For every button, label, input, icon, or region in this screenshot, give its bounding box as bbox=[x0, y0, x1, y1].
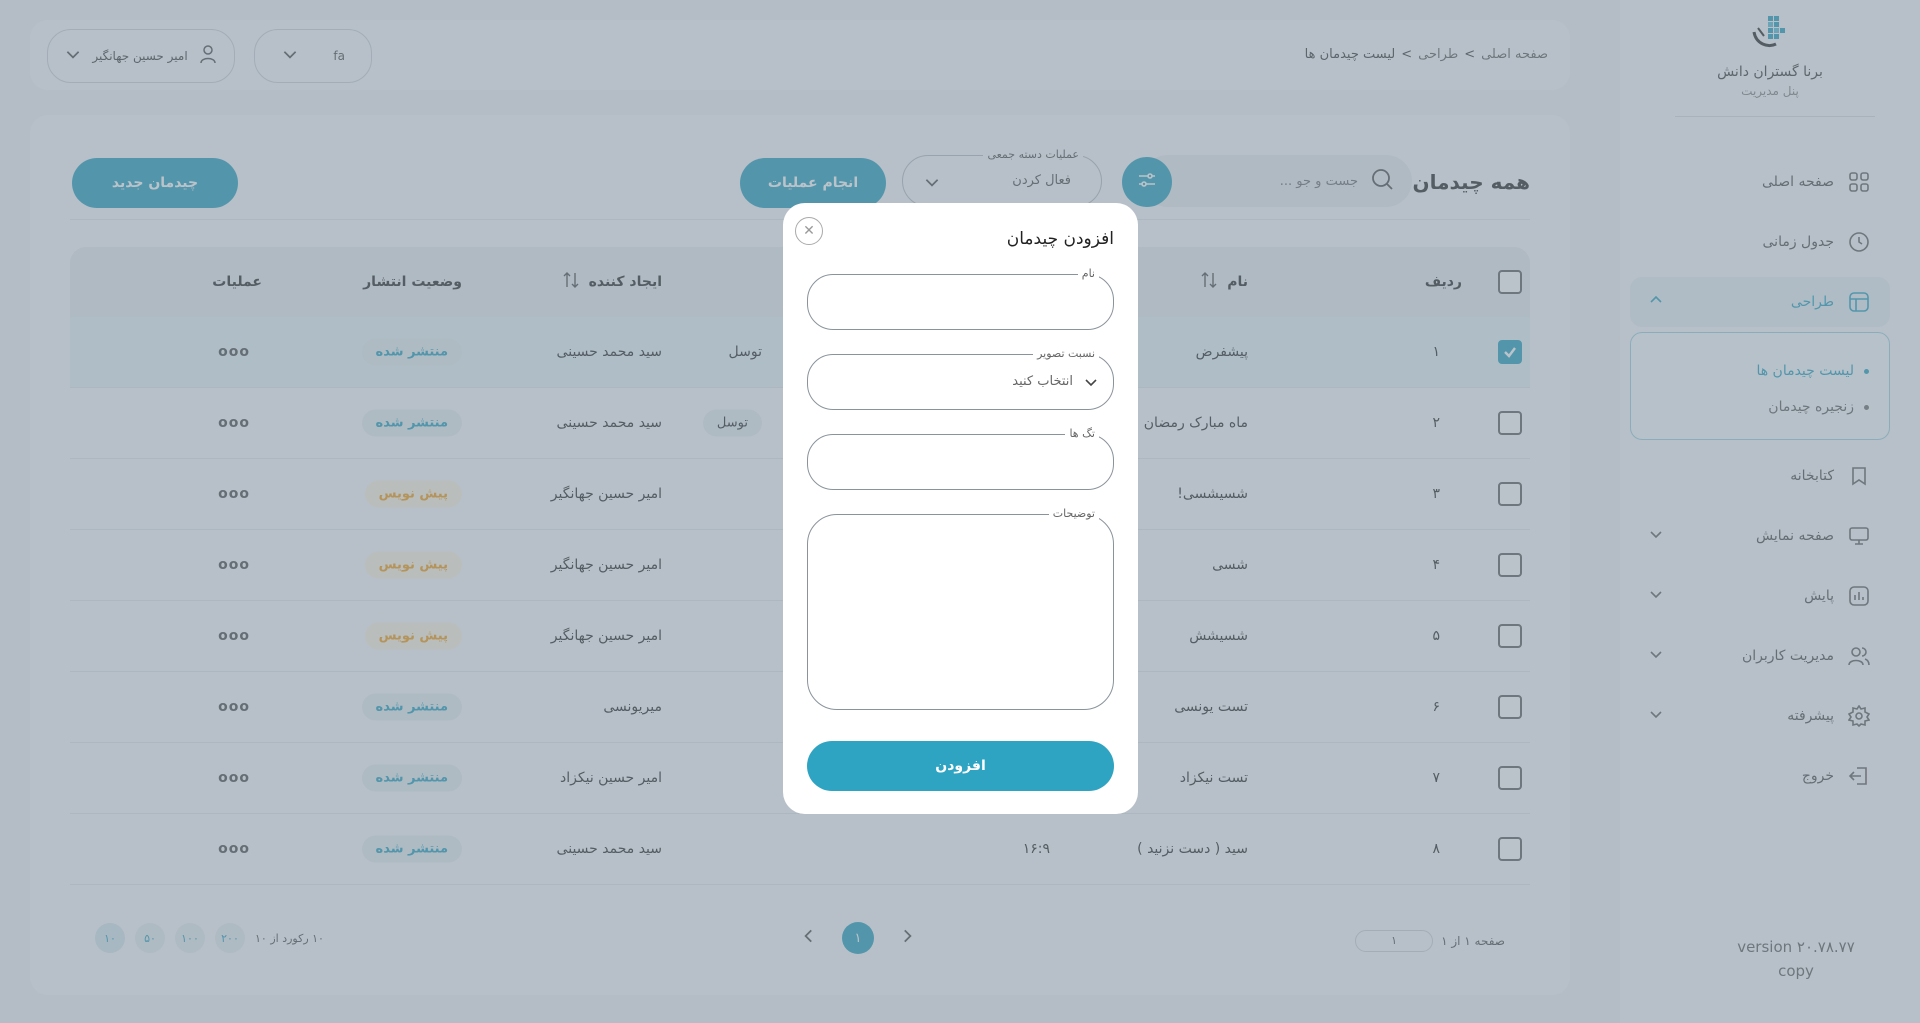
add-layout-modal: افزودن چیدمان ✕ نام نسبت تصویر انتخاب کن… bbox=[783, 203, 1138, 814]
aspect-ratio-value: انتخاب کنید bbox=[1012, 374, 1073, 389]
chevron-down-icon bbox=[1083, 374, 1099, 394]
add-button[interactable]: افزودن bbox=[807, 741, 1114, 791]
modal-title: افزودن چیدمان bbox=[1006, 229, 1114, 249]
tags-field[interactable]: تگ ها bbox=[807, 427, 1114, 490]
name-field[interactable]: نام bbox=[807, 267, 1114, 330]
name-legend: نام bbox=[1077, 267, 1099, 280]
description-legend: توضیحات bbox=[1048, 507, 1099, 520]
aspect-ratio-legend: نسبت تصویر bbox=[1033, 347, 1099, 360]
description-field[interactable]: توضیحات bbox=[807, 507, 1114, 710]
tags-legend: تگ ها bbox=[1065, 427, 1099, 440]
aspect-ratio-select[interactable]: نسبت تصویر انتخاب کنید bbox=[807, 347, 1114, 410]
close-icon[interactable]: ✕ bbox=[795, 217, 823, 245]
